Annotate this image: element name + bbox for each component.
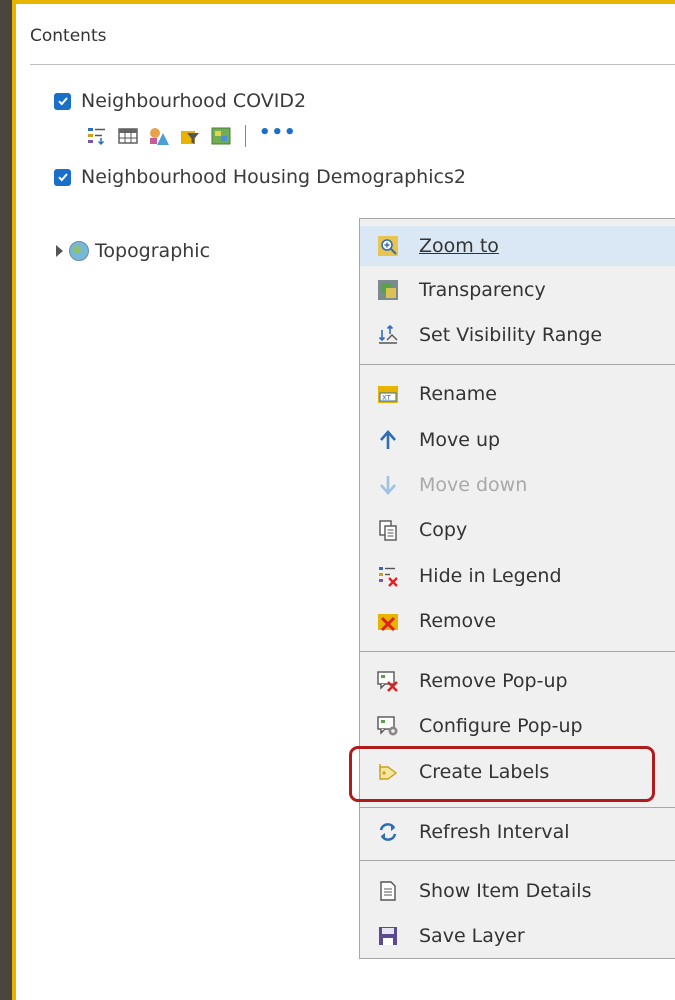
menu-item-remove-pop-up[interactable]: Remove Pop-up <box>360 661 675 701</box>
menu-item-label[interactable]: Remove <box>419 610 496 632</box>
menu-item-zoom-to[interactable]: Zoom to <box>360 226 675 266</box>
menu-item-label[interactable]: Save Layer <box>419 925 525 947</box>
item-details-icon <box>377 880 399 902</box>
layer-checkbox[interactable] <box>54 168 71 186</box>
layer-neighbourhood-housing-demographics2[interactable]: Neighbourhood Housing Demographics2 <box>54 166 466 188</box>
refresh-icon <box>377 821 399 843</box>
layer-toolbar: ••• <box>86 124 297 148</box>
header-divider <box>30 64 675 65</box>
show-legend-icon[interactable] <box>86 125 108 147</box>
configure-popup-icon <box>377 715 399 737</box>
layer-name[interactable]: Neighbourhood Housing Demographics2 <box>81 166 466 188</box>
remove-popup-icon <box>377 670 399 692</box>
menu-item-hide-in-legend[interactable]: Hide in Legend <box>360 556 675 596</box>
menu-item-transparency[interactable]: Transparency <box>360 270 675 310</box>
menu-item-label: Move down <box>419 474 528 496</box>
menu-item-label[interactable]: Set Visibility Range <box>419 324 602 346</box>
hide-legend-icon <box>377 565 399 587</box>
menu-item-label[interactable]: Remove Pop-up <box>419 670 568 692</box>
menu-item-label[interactable]: Hide in Legend <box>419 565 562 587</box>
svg-text:XT: XT <box>382 394 392 402</box>
save-icon <box>377 925 399 947</box>
contents-panel: Contents Neighbourhood COVID2 ••• Neighb… <box>12 0 675 1000</box>
transparency-icon <box>377 279 399 301</box>
menu-item-label[interactable]: Configure Pop-up <box>419 715 583 737</box>
panel-title: Contents <box>30 26 107 46</box>
highlight-callout <box>349 746 655 802</box>
menu-divider <box>360 807 675 808</box>
menu-item-copy[interactable]: Copy <box>360 510 675 550</box>
menu-item-label[interactable]: Zoom to <box>419 235 499 257</box>
show-table-icon[interactable] <box>117 125 139 147</box>
menu-item-save-layer[interactable]: Save Layer <box>360 916 675 956</box>
menu-item-remove[interactable]: Remove <box>360 601 675 641</box>
menu-item-show-item-details[interactable]: Show Item Details <box>360 871 675 911</box>
menu-item-label[interactable]: Transparency <box>419 279 546 301</box>
globe-icon <box>69 241 89 261</box>
expand-caret-icon[interactable] <box>56 245 63 257</box>
basemap-name[interactable]: Topographic <box>95 240 210 262</box>
layer-neighbourhood-covid2[interactable]: Neighbourhood COVID2 <box>54 90 306 112</box>
zoom-to-icon <box>377 235 399 257</box>
menu-item-configure-pop-up[interactable]: Configure Pop-up <box>360 706 675 746</box>
arrow-up-icon <box>377 429 399 451</box>
copy-icon <box>377 519 399 541</box>
filter-icon[interactable] <box>179 125 201 147</box>
perform-analysis-icon[interactable] <box>210 125 232 147</box>
menu-item-label[interactable]: Refresh Interval <box>419 821 570 843</box>
visibility-range-icon <box>377 324 399 346</box>
menu-item-rename[interactable]: XT Rename <box>360 374 675 414</box>
menu-divider <box>360 860 675 861</box>
menu-item-label[interactable]: Rename <box>419 383 497 405</box>
layer-checkbox[interactable] <box>54 92 71 110</box>
menu-item-label[interactable]: Show Item Details <box>419 880 591 902</box>
menu-item-label[interactable]: Copy <box>419 519 467 541</box>
change-style-icon[interactable] <box>148 125 170 147</box>
rename-icon: XT <box>377 383 399 405</box>
layer-context-menu: Zoom to Transparency Set Visibility Rang… <box>359 218 675 959</box>
layer-name[interactable]: Neighbourhood COVID2 <box>81 90 306 112</box>
arrow-down-icon <box>377 474 399 496</box>
menu-divider <box>360 364 675 365</box>
remove-icon <box>377 610 399 632</box>
toolbar-divider <box>245 125 246 147</box>
menu-item-move-up[interactable]: Move up <box>360 420 675 460</box>
basemap-layer[interactable]: Topographic <box>56 240 210 262</box>
menu-item-label[interactable]: Move up <box>419 429 500 451</box>
menu-item-set-visibility-range[interactable]: Set Visibility Range <box>360 315 675 355</box>
menu-divider <box>360 651 675 652</box>
menu-item-move-down: Move down <box>360 465 675 505</box>
more-options-icon[interactable]: ••• <box>259 124 297 142</box>
menu-item-refresh-interval[interactable]: Refresh Interval <box>360 812 675 852</box>
